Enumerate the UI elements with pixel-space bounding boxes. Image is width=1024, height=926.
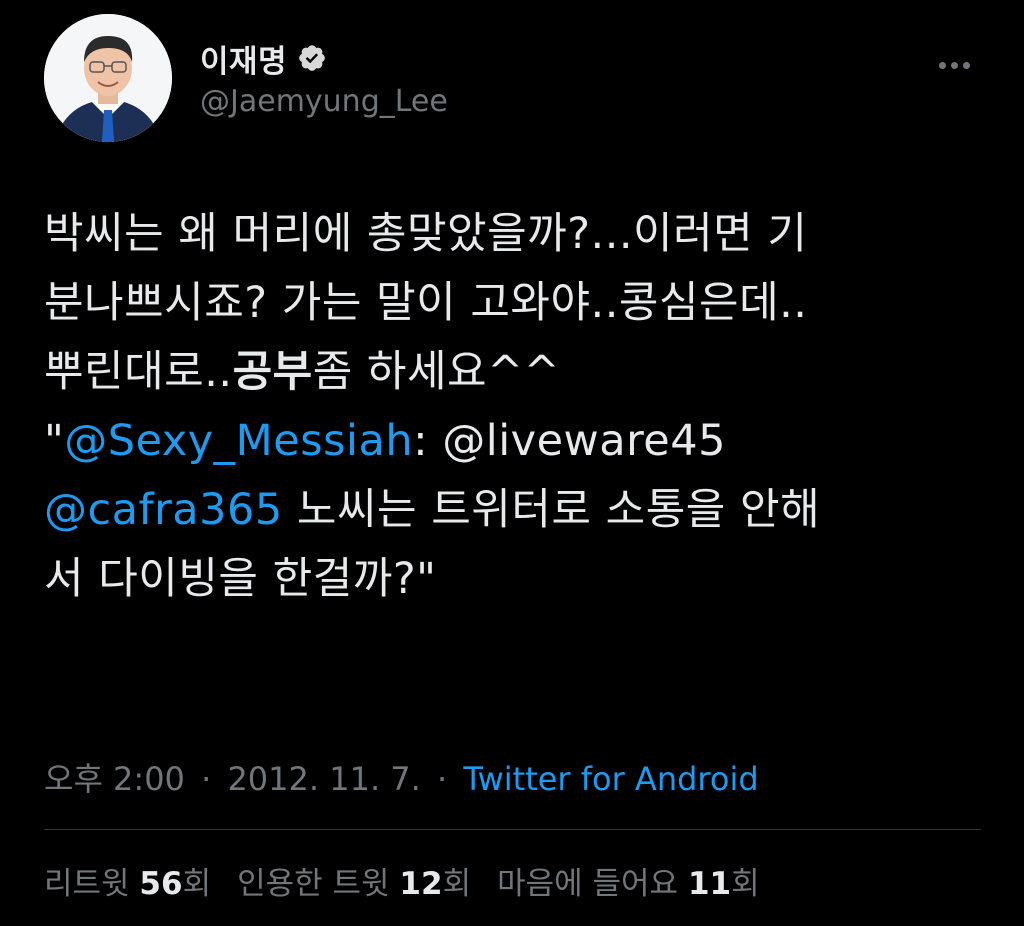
tweet-meta: 오후 2:00 · 2012. 11. 7. · Twitter for And… xyxy=(44,754,759,800)
stat-count: 11 xyxy=(687,866,732,902)
tweet-source-link[interactable]: Twitter for Android xyxy=(463,760,758,798)
display-name-row: 이재명 xyxy=(200,36,448,80)
meta-separator: · xyxy=(436,760,448,798)
tweet-header: 이재명 @Jaemyung_Lee xyxy=(44,14,984,146)
mention-link[interactable]: @Sexy_Messiah xyxy=(64,416,413,466)
tweet-stats: 리트윗 56회 인용한 트윗 12회 마음에 들어요 11회 xyxy=(44,858,760,903)
tweet-line-1: 박씨는 왜 머리에 총맞았을까?...이러면 기 xyxy=(44,209,808,259)
tweet-line-5: @cafra365 노씨는 트위터로 소통을 안해 xyxy=(44,476,984,545)
tweet-date[interactable]: 2012. 11. 7. xyxy=(227,760,420,798)
tweet-line-2: 분나쁘시죠? 가는 말이 고와야..콩심은데.. xyxy=(44,278,808,328)
tweet-text-segment: : @liveware45 xyxy=(413,416,726,466)
tweet-line-3: 뿌린대로..공부좀 하세요^^ xyxy=(44,338,984,407)
avatar[interactable] xyxy=(44,14,172,142)
stat-label: 인용한 트윗 xyxy=(237,866,390,902)
more-options-icon[interactable] xyxy=(934,50,974,80)
display-name[interactable]: 이재명 xyxy=(200,36,287,81)
more-dot xyxy=(962,61,970,69)
stat-suffix: 회 xyxy=(731,866,760,902)
tweet-detail: 이재명 @Jaemyung_Lee 박씨는 왜 머리에 총맞았을까?...이러면… xyxy=(0,0,1024,926)
author-names: 이재명 @Jaemyung_Lee xyxy=(200,36,448,120)
stat-count: 56 xyxy=(139,866,183,902)
quotes-stat[interactable]: 인용한 트윗 12회 xyxy=(237,858,471,903)
meta-separator: · xyxy=(201,760,212,798)
tweet-bold-word: 공부 xyxy=(232,347,313,397)
stat-count: 12 xyxy=(399,866,443,902)
tweet-text-segment: 뿌린대로.. xyxy=(44,347,233,397)
tweet-line-6: 서 다이빙을 한걸까?" xyxy=(44,554,437,604)
author-handle[interactable]: @Jaemyung_Lee xyxy=(200,84,448,119)
tweet-time[interactable]: 오후 2:00 xyxy=(44,760,185,798)
divider xyxy=(44,829,981,830)
quote-mark: " xyxy=(44,416,65,466)
stat-label: 마음에 들어요 xyxy=(497,866,679,902)
more-dot xyxy=(938,61,946,69)
mention-link[interactable]: @cafra365 xyxy=(44,485,283,535)
tweet-text: 박씨는 왜 머리에 총맞았을까?...이러면 기 분나쁘시죠? 가는 말이 고와… xyxy=(44,200,984,614)
likes-stat[interactable]: 마음에 들어요 11회 xyxy=(497,858,760,903)
more-dot xyxy=(950,61,958,69)
retweets-stat[interactable]: 리트윗 56회 xyxy=(44,858,211,903)
tweet-text-segment: 노씨는 트위터로 소통을 안해 xyxy=(282,485,821,535)
profile-photo xyxy=(44,14,172,142)
stat-label: 리트윗 xyxy=(44,866,130,902)
verified-badge-icon xyxy=(297,43,327,73)
stat-suffix: 회 xyxy=(182,866,212,902)
stat-suffix: 회 xyxy=(442,866,472,902)
tweet-line-4: "@Sexy_Messiah: @liveware45 xyxy=(44,407,984,476)
tweet-text-segment: 좀 하세요^^ xyxy=(312,347,561,397)
